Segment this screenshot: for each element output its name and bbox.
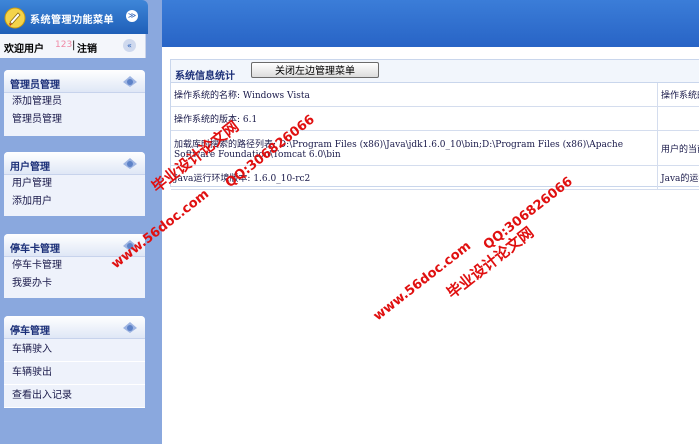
gear-icon <box>123 76 137 87</box>
panel-user-management: 用户管理 用户管理 添加用户 <box>4 152 145 216</box>
panel-admin-management: 管理员管理 添加管理员 管理员管理 <box>4 70 145 136</box>
menu-item-parking-card-management[interactable]: 停车卡管理 <box>4 257 145 275</box>
close-sidebar-button[interactable]: 关闭左边管理菜单 <box>251 62 379 78</box>
collapse-sidebar-icon[interactable]: « <box>123 39 136 52</box>
table-row: Java运行环境版本: 1.6.0_10-rc2 Java的运行 <box>171 165 699 190</box>
table-cell: 操作系统的名称: Windows Vista <box>171 83 658 107</box>
sidebar: 系统管理功能菜单 ≫ 欢迎用户 123 | 注销 « 管理员管理 添加管理员 管… <box>0 0 162 444</box>
separator: | <box>72 40 76 51</box>
table-cell: Java的运行 <box>657 165 699 190</box>
main-content: 系统信息统计 关闭左边管理菜单 操作系统的名称: Windows Vista 操… <box>162 55 699 444</box>
banner-divider <box>162 47 699 55</box>
logout-link[interactable]: 注销 <box>77 40 97 55</box>
broom-logo-icon <box>4 7 26 29</box>
gear-icon <box>123 158 137 169</box>
system-info-table: 操作系统的名称: Windows Vista 操作系统的 操作系统的版本: 6.… <box>171 83 699 190</box>
menu-item-add-user[interactable]: 添加用户 <box>4 193 145 211</box>
panel-title: 停车管理 <box>10 326 50 337</box>
menu-item-add-admin[interactable]: 添加管理员 <box>4 93 145 111</box>
sidebar-title: 系统管理功能菜单 <box>30 15 114 26</box>
panel-header[interactable]: 停车卡管理 <box>4 234 145 257</box>
menu-item-apply-card[interactable]: 我要办卡 <box>4 275 145 293</box>
gear-icon <box>123 240 137 251</box>
section-header: 系统信息统计 关闭左边管理菜单 <box>171 60 699 83</box>
panel-title: 管理员管理 <box>10 80 60 91</box>
table-row: 操作系统的版本: 6.1 <box>171 106 699 131</box>
menu-item-user-management[interactable]: 用户管理 <box>4 175 145 193</box>
user-bar: 欢迎用户 123 | 注销 « <box>0 34 146 58</box>
top-banner <box>162 0 699 47</box>
panel-header[interactable]: 用户管理 <box>4 152 145 175</box>
panel-title: 用户管理 <box>10 162 50 173</box>
menu-item-vehicle-entry[interactable]: 车辆驶入 <box>4 339 145 362</box>
gear-icon <box>123 322 137 333</box>
table-row: 加载库时搜索的路径列表: D:\Program Files (x86)\Java… <box>171 130 699 166</box>
table-row: 操作系统的名称: Windows Vista 操作系统的 <box>171 83 699 107</box>
panel-parking-card-management: 停车卡管理 停车卡管理 我要办卡 <box>4 234 145 298</box>
panel-header[interactable]: 管理员管理 <box>4 70 145 93</box>
menu-item-admin-management[interactable]: 管理员管理 <box>4 111 145 129</box>
sidebar-header: 系统管理功能菜单 ≫ <box>0 0 148 34</box>
welcome-label: 欢迎用户 <box>4 44 44 55</box>
table-cell <box>657 106 699 131</box>
menu-expand-icon[interactable]: ≫ <box>126 10 138 22</box>
panel-title: 停车卡管理 <box>10 244 60 255</box>
section-title: 系统信息统计 <box>175 71 235 82</box>
panel-header[interactable]: 停车管理 <box>4 316 145 339</box>
table-cell: 加载库时搜索的路径列表: D:\Program Files (x86)\Java… <box>171 130 658 166</box>
table-cell: 操作系统的版本: 6.1 <box>171 106 658 131</box>
user-number: 123 <box>55 40 73 50</box>
table-cell: 用户的当前 <box>657 130 699 166</box>
table-cell: 操作系统的 <box>657 83 699 107</box>
menu-item-view-records[interactable]: 查看出入记录 <box>4 385 145 408</box>
menu-item-vehicle-exit[interactable]: 车辆驶出 <box>4 362 145 385</box>
panel-parking-management: 停车管理 车辆驶入 车辆驶出 查看出入记录 <box>4 316 145 408</box>
system-info-box: 系统信息统计 关闭左边管理菜单 操作系统的名称: Windows Vista 操… <box>170 59 699 190</box>
table-cell: Java运行环境版本: 1.6.0_10-rc2 <box>171 165 658 190</box>
